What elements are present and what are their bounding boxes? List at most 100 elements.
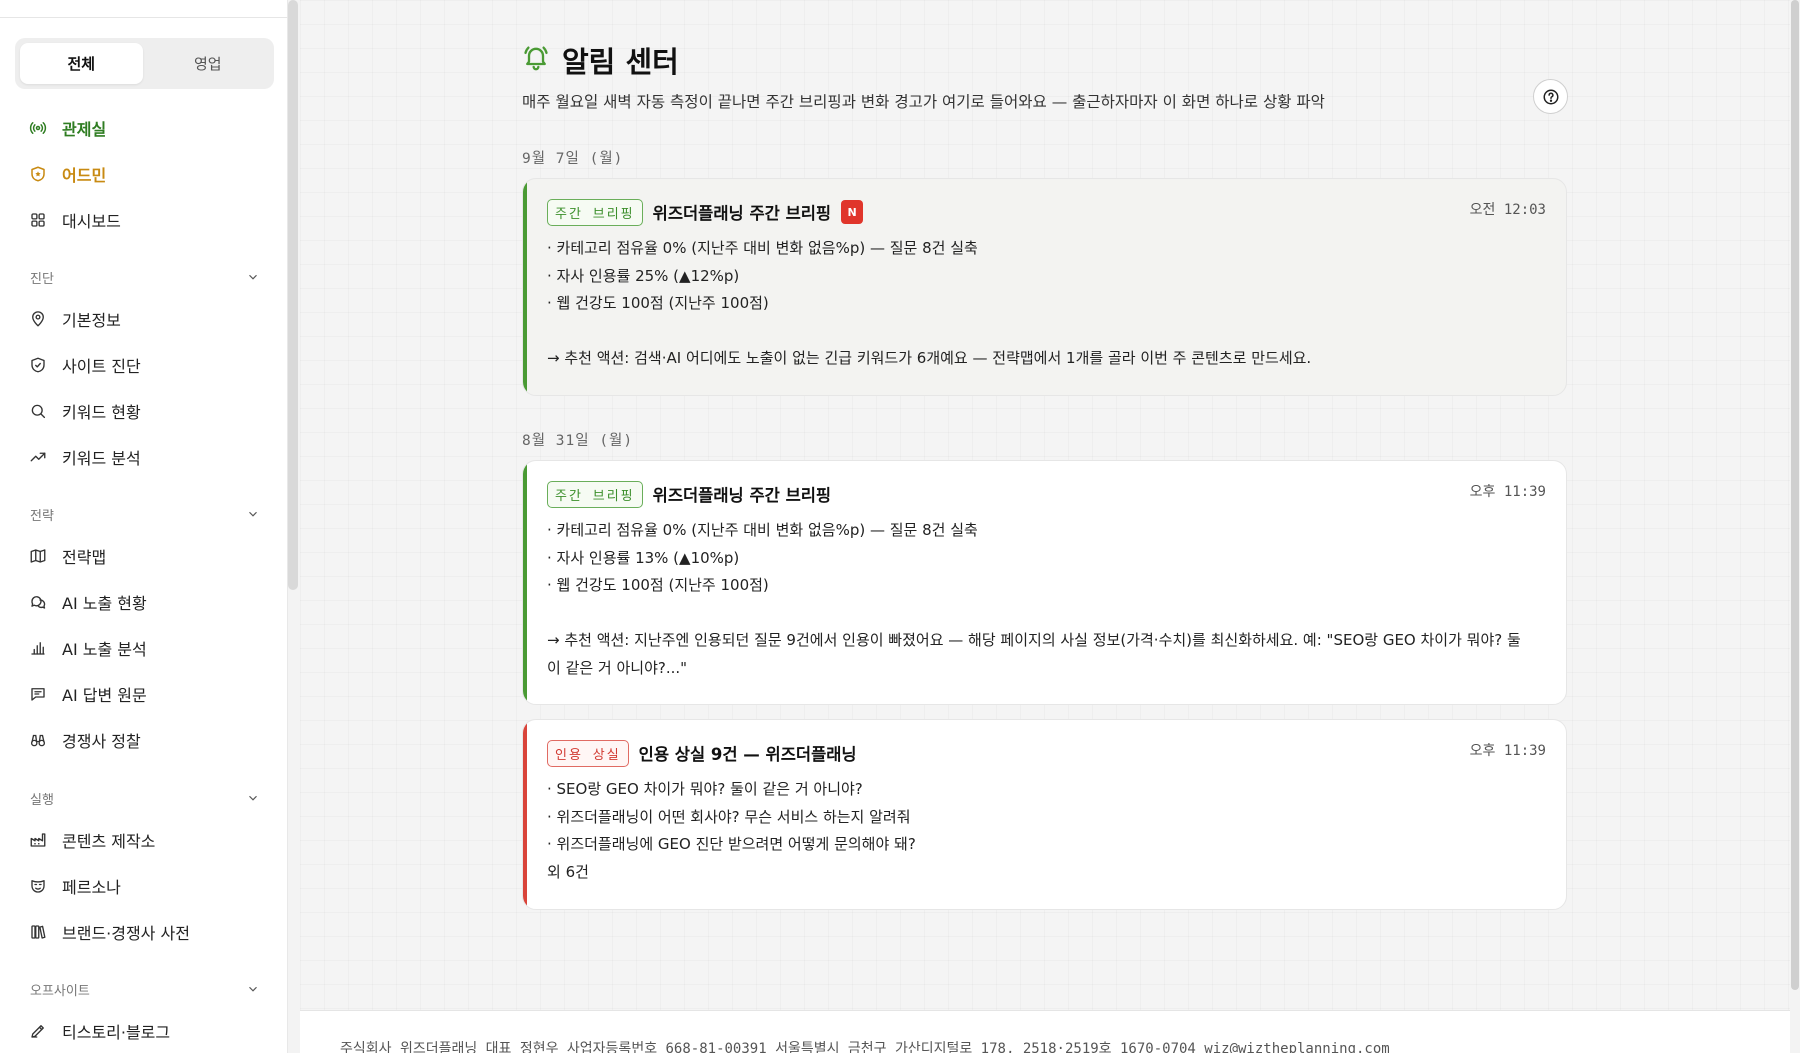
search-icon — [28, 401, 48, 421]
broadcast-icon — [28, 118, 48, 138]
sidebar-item-brand-dictionary[interactable]: 브랜드·경쟁사 사전 — [28, 917, 268, 947]
sidebar-item-label: AI 답변 원문 — [62, 686, 147, 705]
card-line: · 웹 건강도 100점 (지난주 100점) — [547, 294, 769, 312]
help-button[interactable] — [1533, 79, 1568, 114]
card-line: · 위즈더플래닝에 GEO 진단 받으려면 어떻게 문의해야 돼? — [547, 835, 916, 853]
footer: 주식회사 위즈더플래닝 대표 정현우 사업자등록번호 668-81-00391 … — [300, 1010, 1790, 1053]
card-action-cont: 이 같은 거 아니야?..." — [547, 658, 688, 677]
chat-bubbles-icon — [28, 592, 48, 612]
sidebar-item-persona[interactable]: 페르소나 — [28, 871, 268, 901]
notification-card[interactable]: 인용 상실 인용 상실 9건 — 위즈더플래닝 오후 11:39 · SEO랑 … — [522, 719, 1567, 910]
sidebar-item-strategy-map[interactable]: 전략맵 — [28, 541, 268, 571]
sidebar-item-label: 콘텐츠 제작소 — [62, 832, 156, 851]
section-title: 오프사이트 — [30, 983, 90, 999]
card-body: · 카테고리 점유율 0% (지난주 대비 변화 없음%p) — 질문 8건 실… — [547, 517, 1544, 682]
sidebar-item-control-room[interactable]: 관제실 — [28, 113, 268, 143]
page-subtitle: 매주 월요일 새벽 자동 측정이 끝나면 주간 브리핑과 변화 경고가 여기로 … — [522, 93, 1325, 111]
sidebar-item-keyword-analysis[interactable]: 키워드 분석 — [28, 442, 268, 472]
main-scrollbar[interactable] — [1791, 0, 1799, 990]
segment-all[interactable]: 전체 — [20, 43, 143, 84]
grid-icon — [28, 210, 48, 230]
footer-company-info: 주식회사 위즈더플래닝 대표 정현우 사업자등록번호 668-81-00391 … — [340, 1041, 1390, 1053]
sidebar-item-label: 대시보드 — [62, 212, 121, 231]
chevron-down-icon — [249, 795, 257, 801]
sidebar-item-competitor-recon[interactable]: 경쟁사 정찰 — [28, 725, 268, 755]
section-title: 진단 — [30, 271, 54, 287]
page-title: 알림 센터 — [522, 40, 679, 80]
card-line-more: 외 6건 — [547, 862, 589, 881]
card-title: 인용 상실 9건 — 위즈더플래닝 — [638, 745, 857, 764]
question-circle-icon — [1543, 89, 1558, 104]
notification-card[interactable]: 주간 브리핑 위즈더플래닝 주간 브리핑 오후 11:39 · 카테고리 점유율… — [522, 460, 1567, 705]
bar-chart-icon — [28, 638, 48, 658]
section-title: 전략 — [30, 508, 54, 524]
sidebar-item-label: 경쟁사 정찰 — [62, 732, 141, 751]
bell-icon — [522, 43, 550, 78]
sidebar-item-label: 관제실 — [62, 120, 107, 139]
card-body: · SEO랑 GEO 차이가 뭐야? 둘이 같은 거 아니야? · 위즈더플래닝… — [547, 776, 1544, 886]
section-execution-toggle[interactable]: 실행 — [30, 787, 260, 809]
sidebar-item-label: 페르소나 — [62, 878, 121, 897]
sidebar-scrollbar[interactable] — [288, 0, 298, 590]
card-tag: 주간 브리핑 — [547, 480, 643, 508]
new-badge: N — [841, 200, 864, 224]
sidebar-item-ai-exposure-status[interactable]: AI 노출 현황 — [28, 587, 268, 617]
card-header: 인용 상실 인용 상실 9건 — 위즈더플래닝 — [547, 739, 1544, 767]
card-line: · 카테고리 점유율 0% (지난주 대비 변화 없음%p) — 질문 8건 실… — [547, 239, 978, 257]
card-header: 주간 브리핑 위즈더플래닝 주간 브리핑 N — [547, 198, 1544, 226]
card-line: · 웹 건강도 100점 (지난주 100점) — [547, 576, 769, 594]
segment-sales[interactable]: 영업 — [147, 43, 270, 84]
sidebar-item-keyword-status[interactable]: 키워드 현황 — [28, 396, 268, 426]
section-strategy-toggle[interactable]: 전략 — [30, 503, 260, 525]
sidebar-item-dashboard[interactable]: 대시보드 — [28, 205, 268, 235]
card-action: → 추천 액션: 검색·AI 어디에도 노출이 없는 긴급 키워드가 6개예요 … — [547, 349, 1312, 367]
sidebar-item-site-diagnosis[interactable]: 사이트 진단 — [28, 350, 268, 380]
notification-card[interactable]: 주간 브리핑 위즈더플래닝 주간 브리핑 N 오전 12:03 · 카테고리 점… — [522, 178, 1567, 396]
card-tag: 인용 상실 — [547, 739, 629, 767]
card-line: · 자사 인용률 13% (▲10%p) — [547, 548, 740, 567]
segment-control: 전체 영업 — [15, 38, 274, 89]
card-title: 위즈더플래닝 주간 브리핑 — [652, 486, 832, 505]
section-offsite-toggle[interactable]: 오프사이트 — [30, 978, 260, 1000]
card-body: · 카테고리 점유율 0% (지난주 대비 변화 없음%p) — 질문 8건 실… — [547, 235, 1544, 373]
card-header: 주간 브리핑 위즈더플래닝 주간 브리핑 — [547, 480, 1544, 508]
divider — [0, 17, 288, 18]
sidebar-item-label: 사이트 진단 — [62, 357, 141, 376]
sidebar-item-label: 키워드 현황 — [62, 403, 141, 422]
sidebar-item-tistory-blog[interactable]: 티스토리·블로그 — [28, 1016, 268, 1046]
card-time: 오전 12:03 — [1469, 202, 1546, 218]
chevron-down-icon — [249, 274, 257, 280]
sidebar-item-label: 브랜드·경쟁사 사전 — [62, 924, 190, 943]
section-diagnosis-toggle[interactable]: 진단 — [30, 266, 260, 288]
mask-icon — [28, 876, 48, 896]
card-tag: 주간 브리핑 — [547, 198, 643, 226]
card-line: · 자사 인용률 25% (▲12%p) — [547, 266, 740, 285]
sidebar-item-label: AI 노출 분석 — [62, 640, 147, 659]
sidebar-item-basic-info[interactable]: 기본정보 — [28, 304, 268, 334]
sidebar-item-label: 어드민 — [62, 166, 107, 185]
date-group-label: 9월 7일 (월) — [522, 151, 624, 167]
card-time: 오후 11:39 — [1469, 743, 1546, 759]
sidebar-item-content-studio[interactable]: 콘텐츠 제작소 — [28, 825, 268, 855]
sidebar: 전체 영업 관제실 어드민 대시보드 진단 기본정보 사이트 진단 키워드 현황… — [0, 0, 288, 1053]
card-time: 오후 11:39 — [1469, 484, 1546, 500]
map-pin-icon — [28, 309, 48, 329]
sidebar-item-admin[interactable]: 어드민 — [28, 159, 268, 189]
card-action: → 추천 액션: 지난주엔 인용되던 질문 9건에서 인용이 빠졌어요 — 해당… — [547, 631, 1521, 649]
card-line: · SEO랑 GEO 차이가 뭐야? 둘이 같은 거 아니야? — [547, 780, 863, 798]
sidebar-item-label: AI 노출 현황 — [62, 594, 147, 613]
factory-icon — [28, 830, 48, 850]
sidebar-item-label: 키워드 분석 — [62, 449, 141, 468]
sidebar-item-ai-exposure-analysis[interactable]: AI 노출 분석 — [28, 633, 268, 663]
shield-check-icon — [28, 355, 48, 375]
chevron-down-icon — [249, 511, 257, 517]
books-icon — [28, 922, 48, 942]
pen-icon — [28, 1021, 48, 1041]
binoculars-icon — [28, 730, 48, 750]
sidebar-item-ai-answer-source[interactable]: AI 답변 원문 — [28, 679, 268, 709]
shield-star-icon — [28, 164, 48, 184]
map-icon — [28, 546, 48, 566]
chevron-down-icon — [249, 986, 257, 992]
